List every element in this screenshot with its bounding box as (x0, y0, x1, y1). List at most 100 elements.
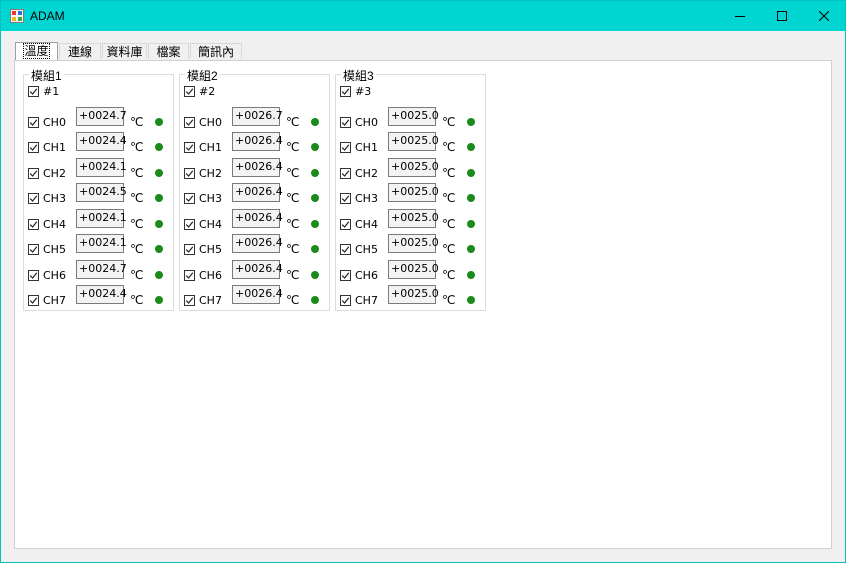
celsius-unit: ℃ (442, 293, 456, 307)
module-label: #3 (355, 85, 372, 98)
temperature-value-field[interactable]: +0026.4 (232, 234, 283, 253)
channel-name: CH3 (199, 192, 222, 205)
status-led-icon (467, 296, 475, 304)
tab-connection[interactable]: 連線 (59, 43, 101, 59)
channel-checkbox[interactable] (184, 219, 195, 230)
celsius-unit: ℃ (442, 242, 456, 256)
temperature-value-field[interactable]: +0026.7 (232, 107, 283, 126)
status-led-icon (311, 245, 319, 253)
celsius-unit: ℃ (130, 140, 144, 154)
channel-name: CH5 (43, 243, 66, 256)
temperature-value-field[interactable]: +0024.1 (76, 209, 127, 228)
tab-file[interactable]: 檔案 (148, 43, 189, 59)
channel-checkbox[interactable] (184, 295, 195, 306)
channel-checkbox[interactable] (28, 295, 39, 306)
tab-sms-content[interactable]: 簡訊內容 (190, 43, 242, 75)
channel-checkbox[interactable] (340, 168, 351, 179)
channel-checkbox[interactable] (184, 193, 195, 204)
module-checkbox[interactable] (184, 86, 195, 97)
temperature-value-field[interactable]: +0026.4 (232, 285, 283, 304)
status-led-icon (467, 143, 475, 151)
temperature-value-field[interactable]: +0025.0 (388, 132, 439, 151)
group-title: 模組3 (341, 67, 376, 84)
window-title: ADAM (30, 9, 65, 23)
channel-checkbox[interactable] (184, 168, 195, 179)
celsius-unit: ℃ (442, 191, 456, 205)
temperature-value-field[interactable]: +0024.5 (76, 183, 127, 202)
temperature-value-field[interactable]: +0026.4 (232, 158, 283, 177)
temperature-value-field[interactable]: +0024.4 (76, 132, 127, 151)
channel-checkbox[interactable] (28, 117, 39, 128)
close-button[interactable] (801, 1, 846, 31)
temperature-value-field[interactable]: +0024.1 (76, 234, 127, 253)
channel-name: CH7 (355, 294, 378, 307)
channel-name: CH1 (43, 141, 66, 154)
group-title: 模組1 (29, 67, 64, 84)
status-led-icon (311, 194, 319, 202)
celsius-unit: ℃ (286, 268, 300, 282)
channel-name: CH7 (199, 294, 222, 307)
channel-checkbox[interactable] (28, 270, 39, 281)
tab-label: 連線 (67, 45, 92, 59)
temperature-value-field[interactable]: +0024.7 (76, 260, 127, 279)
module-checkbox[interactable] (28, 86, 39, 97)
temperature-value-field[interactable]: +0026.4 (232, 132, 283, 151)
celsius-unit: ℃ (286, 242, 300, 256)
channel-checkbox[interactable] (340, 295, 351, 306)
temperature-value-field[interactable]: +0026.4 (232, 260, 283, 279)
channel-checkbox[interactable] (28, 142, 39, 153)
channel-checkbox[interactable] (340, 219, 351, 230)
channel-checkbox[interactable] (340, 244, 351, 255)
maximize-button[interactable] (759, 1, 805, 31)
temperature-value-field[interactable]: +0025.0 (388, 158, 439, 177)
tab-label: 溫度 (23, 43, 50, 59)
temperature-value-field[interactable]: +0025.0 (388, 107, 439, 126)
celsius-unit: ℃ (130, 293, 144, 307)
channel-name: CH2 (355, 167, 378, 180)
minimize-button[interactable] (717, 1, 763, 31)
channel-checkbox[interactable] (340, 142, 351, 153)
temperature-value-field[interactable]: +0025.0 (388, 209, 439, 228)
channel-checkbox[interactable] (184, 117, 195, 128)
close-icon (819, 11, 829, 21)
temperature-value-field[interactable]: +0024.1 (76, 158, 127, 177)
status-led-icon (311, 143, 319, 151)
module-label: #2 (199, 85, 216, 98)
channel-name: CH6 (199, 269, 222, 282)
channel-checkbox[interactable] (28, 168, 39, 179)
channel-checkbox[interactable] (184, 142, 195, 153)
channel-name: CH2 (43, 167, 66, 180)
celsius-unit: ℃ (130, 242, 144, 256)
channel-checkbox[interactable] (184, 270, 195, 281)
celsius-unit: ℃ (130, 268, 144, 282)
minimize-icon (735, 11, 745, 21)
status-led-icon (311, 118, 319, 126)
celsius-unit: ℃ (130, 191, 144, 205)
celsius-unit: ℃ (442, 140, 456, 154)
temperature-value-field[interactable]: +0024.4 (76, 285, 127, 304)
channel-name: CH4 (199, 218, 222, 231)
tab-temperature[interactable]: 溫度 (15, 42, 58, 60)
temperature-value-field[interactable]: +0025.0 (388, 234, 439, 253)
temperature-value-field[interactable]: +0026.4 (232, 183, 283, 202)
channel-checkbox[interactable] (28, 193, 39, 204)
celsius-unit: ℃ (130, 166, 144, 180)
temperature-value-field[interactable]: +0026.4 (232, 209, 283, 228)
temperature-value-field[interactable]: +0024.7 (76, 107, 127, 126)
temperature-value-field[interactable]: +0025.0 (388, 183, 439, 202)
channel-checkbox[interactable] (340, 193, 351, 204)
channel-name: CH6 (43, 269, 66, 282)
channel-checkbox[interactable] (28, 244, 39, 255)
channel-checkbox[interactable] (28, 219, 39, 230)
module-checkbox[interactable] (340, 86, 351, 97)
module-label: #1 (43, 85, 60, 98)
title-bar[interactable]: ADAM (1, 1, 845, 31)
temperature-value-field[interactable]: +0025.0 (388, 260, 439, 279)
channel-checkbox[interactable] (340, 270, 351, 281)
status-led-icon (467, 245, 475, 253)
temperature-value-field[interactable]: +0025.0 (388, 285, 439, 304)
tab-database[interactable]: 資料庫 (102, 43, 147, 59)
group-title: 模組2 (185, 67, 220, 84)
channel-checkbox[interactable] (340, 117, 351, 128)
channel-checkbox[interactable] (184, 244, 195, 255)
